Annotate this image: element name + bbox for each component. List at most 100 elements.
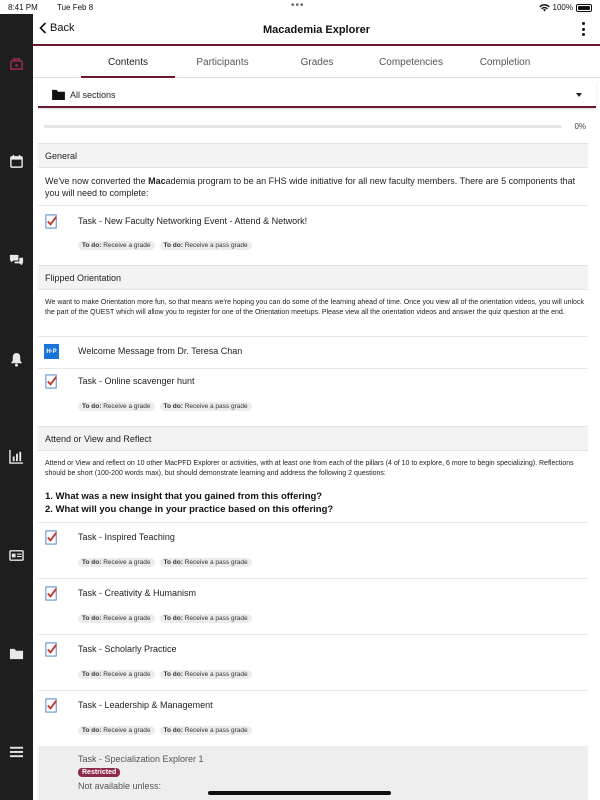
activity-item[interactable]: Task - Inspired Teaching To do: Receive … [38,530,588,575]
participants-card-icon[interactable] [0,543,33,567]
todo-prefix: To do: [163,242,183,249]
todo-prefix: To do: [82,403,102,410]
divider [38,634,588,635]
course-icon[interactable] [0,52,33,76]
todo-text: Receive a pass grade [184,403,248,410]
todo-prefix: To do: [163,615,183,622]
divider [38,336,588,337]
h5p-icon: H-P [44,344,59,359]
todo-text: Receive a pass grade [184,242,248,249]
divider [38,522,588,523]
todo-badge: To do: Receive a grade [78,614,155,623]
todo-text: Receive a pass grade [184,671,248,678]
left-nav-rail [0,14,33,800]
more-options-icon[interactable] [582,22,586,36]
restricted-badge: Restricted [78,768,121,777]
todo-badge: To do: Receive a grade [78,726,155,735]
status-bar: 8:41 PM Tue Feb 8 ••• 100% [0,0,600,14]
completion-badges: To do: Receive a grade To do: Receive a … [78,670,252,679]
files-icon[interactable] [0,641,33,665]
todo-text: Receive a pass grade [184,559,248,566]
assignment-icon [45,214,57,229]
messages-icon[interactable] [0,248,33,272]
status-right: 100% [538,3,592,12]
completion-badges: To do: Receive a grade To do: Receive a … [78,726,252,735]
todo-text: Receive a grade [103,727,151,734]
reflection-question: 1. What was a new insight that you gaine… [45,491,323,502]
battery-icon [576,3,592,12]
todo-badge: To do: Receive a pass grade [159,558,252,567]
todo-prefix: To do: [163,403,183,410]
tab-participants[interactable]: Participants [175,57,270,68]
activity-name: Task - Specialization Explorer 1 [78,754,204,764]
activity-item[interactable]: Task - Creativity & Humanism To do: Rece… [38,586,588,631]
section-description: We want to make Orientation more fun, so… [45,299,584,316]
todo-badge: To do: Receive a pass grade [159,614,252,623]
notifications-icon[interactable] [0,347,33,371]
todo-text: Receive a grade [103,242,151,249]
completion-badges: To do: Receive a grade To do: Receive a … [78,558,252,567]
todo-text: Receive a grade [103,403,151,410]
course-contents[interactable]: 0% General We've now converted the Macad… [38,112,588,800]
assignment-icon [45,530,57,545]
todo-badge: To do: Receive a grade [78,558,155,567]
page-title: Macademia Explorer [263,24,370,36]
completion-badges: To do: Receive a grade To do: Receive a … [78,402,252,411]
activity-item[interactable]: H-P Welcome Message from Dr. Teresa Chan [38,344,588,366]
section-title: Flipped Orientation [45,273,122,283]
divider [38,690,588,691]
activity-name: Task - Inspired Teaching [78,532,175,542]
activity-name: Task - Scholarly Practice [78,644,177,654]
todo-prefix: To do: [163,559,183,566]
section-header-general[interactable]: General [38,143,588,168]
section-select-value: All sections [70,90,116,100]
completion-badges: To do: Receive a grade To do: Receive a … [78,241,252,250]
menu-icon[interactable] [0,739,33,763]
folder-icon [52,89,65,100]
section-header-flipped-orientation[interactable]: Flipped Orientation [38,265,588,290]
tab-bar: Contents Participants Grades Competencie… [33,48,600,78]
tab-completion[interactable]: Completion [458,57,552,68]
activity-item[interactable]: Task - New Faculty Networking Event - At… [38,214,588,259]
todo-badge: To do: Receive a pass grade [159,726,252,735]
section-description: Attend or View and reflect on 10 other M… [45,460,574,477]
activity-name: Welcome Message from Dr. Teresa Chan [78,346,243,356]
divider [38,578,588,579]
section-select[interactable]: All sections [38,82,596,108]
section-title: Attend or View and Reflect [45,434,152,444]
tab-contents[interactable]: Contents [81,57,175,68]
todo-text: Receive a grade [103,671,151,678]
todo-text: Receive a grade [103,559,151,566]
app-header: Back Macademia Explorer [33,14,600,46]
tab-grades[interactable]: Grades [270,57,364,68]
activity-name: Task - Creativity & Humanism [78,588,197,598]
todo-prefix: To do: [82,727,102,734]
status-time: 8:41 PM [8,3,38,12]
reflection-question: 2. What will you change in your practice… [45,504,334,515]
chevron-down-icon [576,93,582,97]
todo-badge: To do: Receive a grade [78,670,155,679]
activity-name: Task - Leadership & Management [78,700,213,710]
multitasking-dots-icon[interactable]: ••• [291,0,305,11]
todo-badge: To do: Receive a grade [78,241,155,250]
activity-item[interactable]: Task - Scholarly Practice To do: Receive… [38,642,588,687]
completion-badges: To do: Receive a grade To do: Receive a … [78,614,252,623]
todo-prefix: To do: [82,559,102,566]
calendar-icon[interactable] [0,149,33,173]
todo-prefix: To do: [82,615,102,622]
section-header-attend-reflect[interactable]: Attend or View and Reflect [38,426,588,451]
todo-prefix: To do: [82,242,102,249]
section-description: We've now converted the Macademia progra… [45,175,585,199]
description-bold: Mac [148,176,166,186]
course-progress-bar [44,125,562,128]
course-progress-label: 0% [574,122,586,131]
activity-item[interactable]: Task - Online scavenger hunt To do: Rece… [38,374,588,419]
todo-badge: To do: Receive a pass grade [159,402,252,411]
todo-text: Receive a pass grade [184,727,248,734]
wifi-icon [538,3,550,12]
todo-prefix: To do: [163,671,183,678]
grades-icon[interactable] [0,444,33,468]
activity-item[interactable]: Task - Leadership & Management To do: Re… [38,698,588,743]
home-indicator[interactable] [208,791,391,795]
tab-competencies[interactable]: Competencies [364,57,458,68]
